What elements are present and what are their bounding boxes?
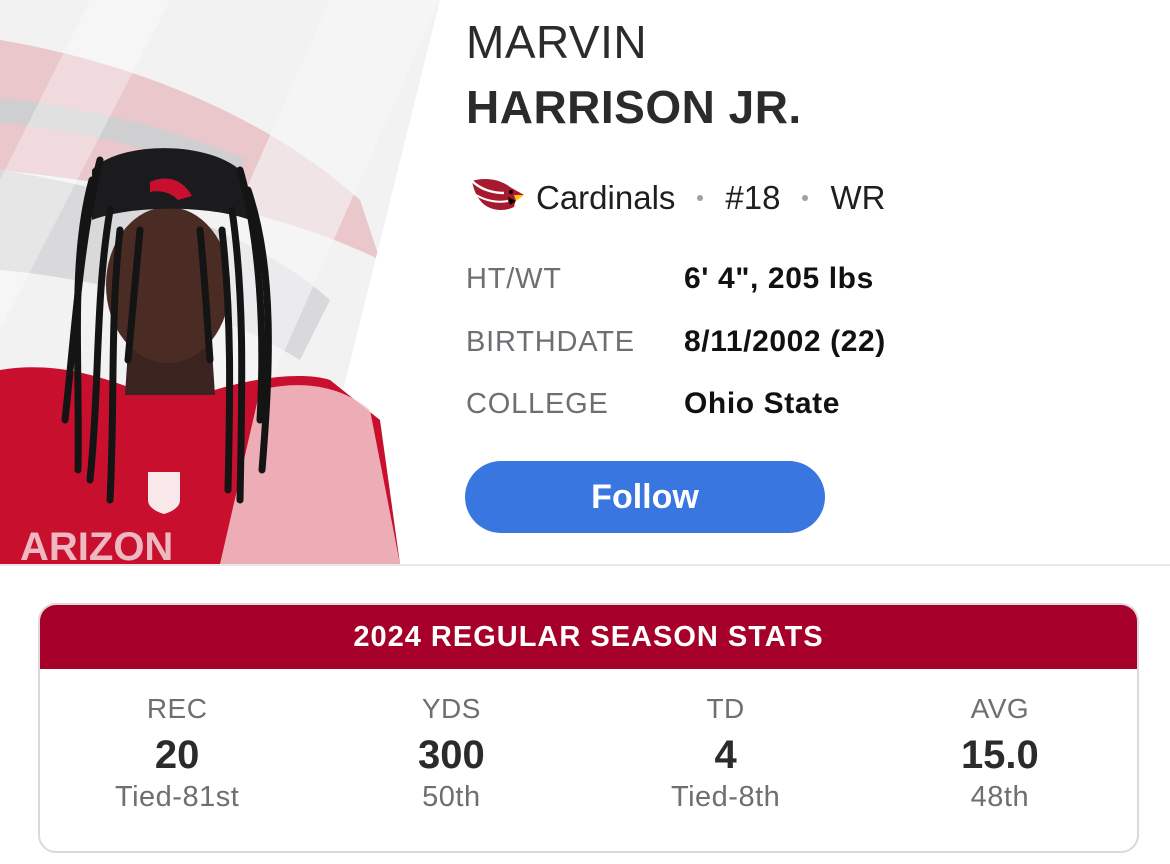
stat-label: REC <box>146 693 208 724</box>
bio-label: COLLEGE <box>466 387 609 420</box>
separator-dot <box>802 195 809 201</box>
stat-rank: 50th <box>422 781 481 813</box>
bio-label: HT/WT <box>466 262 562 295</box>
stat-label: YDS <box>421 693 481 724</box>
bio-label: BIRTHDATE <box>466 325 635 358</box>
stats-grid: REC 20 Tied-81st YDS 300 50th TD 4 Tied-… <box>40 669 1137 821</box>
team-info-row: Cardinals #18 WR <box>470 170 885 226</box>
cardinals-logo-icon[interactable] <box>470 173 526 223</box>
stat-rank: 48th <box>970 781 1030 813</box>
player-headshot-image: ARIZON <box>0 0 440 564</box>
stat-value: 15.0 <box>960 733 1039 777</box>
stats-header: 2024 REGULAR SEASON STATS <box>40 605 1137 669</box>
stat-yards: YDS 300 50th <box>314 693 588 821</box>
stat-rank: Tied-8th <box>670 781 781 813</box>
bio-row-birthdate: BIRTHDATE 8/11/2002 (22) <box>466 322 886 362</box>
player-position: WR <box>830 179 886 216</box>
stat-receptions: REC 20 Tied-81st <box>40 693 314 821</box>
team-name[interactable]: Cardinals <box>536 179 675 217</box>
stat-rank: Tied-81st <box>114 781 240 813</box>
bio-value: Ohio State <box>684 387 841 420</box>
bio-row-height-weight: HT/WT 6' 4", 205 lbs <box>466 259 874 299</box>
stat-value: 4 <box>714 733 737 777</box>
stat-value: 300 <box>418 733 485 777</box>
player-header: ARIZON MARVIN HARRISON JR. Cardinals #18… <box>0 0 1170 564</box>
player-last-name: HARRISON JR. <box>466 81 802 133</box>
stat-label: TD <box>706 693 745 724</box>
separator-dot <box>697 195 704 201</box>
bio-value: 6' 4", 205 lbs <box>684 262 874 295</box>
section-divider <box>0 564 1170 566</box>
player-first-name: MARVIN <box>466 16 648 68</box>
svg-text:ARIZON: ARIZON <box>20 525 173 564</box>
stat-touchdowns: TD 4 Tied-8th <box>589 693 863 821</box>
bio-value: 8/11/2002 (22) <box>684 325 886 358</box>
bio-row-college: COLLEGE Ohio State <box>466 384 840 424</box>
stat-average: AVG 15.0 48th <box>863 693 1137 821</box>
stat-label: AVG <box>970 693 1030 724</box>
follow-button[interactable]: Follow <box>465 461 825 533</box>
stat-value: 20 <box>154 733 200 777</box>
player-photo: ARIZON <box>0 0 440 564</box>
season-stats-card: 2024 REGULAR SEASON STATS REC 20 Tied-81… <box>38 603 1139 853</box>
jersey-number: #18 <box>725 179 781 216</box>
